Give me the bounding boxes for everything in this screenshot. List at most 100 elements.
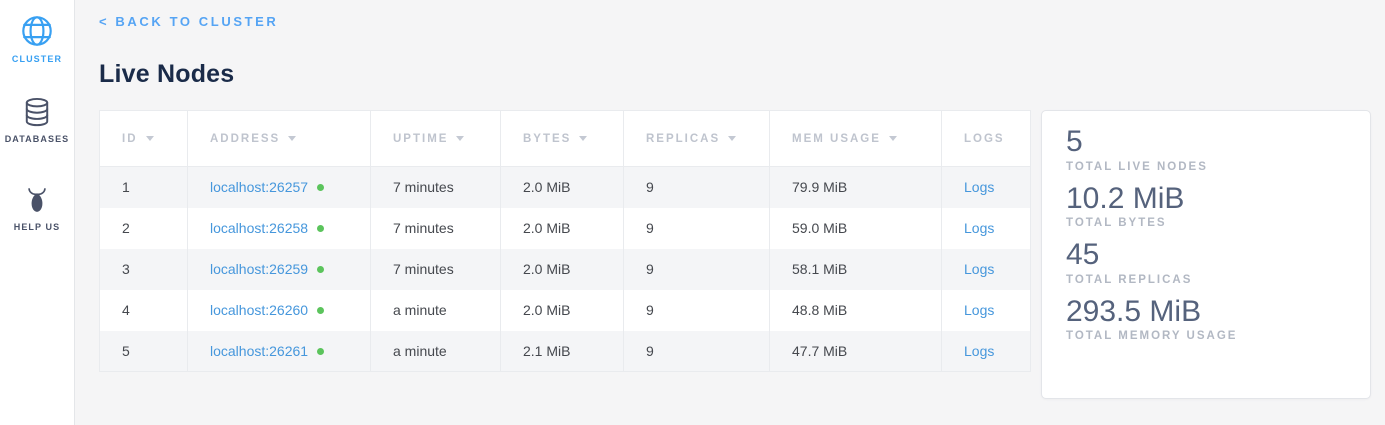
sidebar-item-cluster[interactable]: CLUSTER xyxy=(12,14,62,64)
node-live-icon xyxy=(317,266,324,273)
address-link[interactable]: localhost:26258 xyxy=(210,220,308,236)
node-address-cell: localhost:26259 xyxy=(188,249,371,290)
column-header-label: UPTIME xyxy=(393,133,448,145)
table-row: 4 localhost:26260 a minute 2.0 MiB 9 48.… xyxy=(100,290,1031,331)
node-id-cell: 5 xyxy=(100,331,188,372)
column-header-uptime[interactable]: UPTIME xyxy=(371,111,501,167)
node-id-cell: 4 xyxy=(100,290,188,331)
sidebar-item-label: HELP US xyxy=(14,222,61,232)
logs-link[interactable]: Logs xyxy=(964,179,994,195)
bytes-cell: 2.0 MiB xyxy=(501,167,624,208)
node-live-icon xyxy=(317,225,324,232)
column-header-bytes[interactable]: BYTES xyxy=(501,111,624,167)
column-header-label: BYTES xyxy=(523,133,571,145)
sidebar-item-label: DATABASES xyxy=(5,134,70,144)
column-header-label: MEM USAGE xyxy=(792,133,881,145)
node-live-icon xyxy=(317,184,324,191)
live-nodes-table: ID ADDRESS UPTIME BYTES REPLICAS MEM USA… xyxy=(99,110,1031,372)
logs-cell: Logs xyxy=(942,249,1031,290)
replicas-cell: 9 xyxy=(624,249,770,290)
sort-arrow-icon xyxy=(288,136,296,141)
column-header-replicas[interactable]: REPLICAS xyxy=(624,111,770,167)
replicas-cell: 9 xyxy=(624,167,770,208)
logs-link[interactable]: Logs xyxy=(964,343,994,359)
address-link[interactable]: localhost:26261 xyxy=(210,343,308,359)
node-address-cell: localhost:26260 xyxy=(188,290,371,331)
page-title: Live Nodes xyxy=(99,60,1385,89)
bytes-cell: 2.0 MiB xyxy=(501,208,624,249)
mem-usage-cell: 59.0 MiB xyxy=(770,208,942,249)
stat-value: 45 xyxy=(1066,238,1346,273)
stat-total-memory-usage: 293.5 MiB TOTAL MEMORY USAGE xyxy=(1066,295,1346,343)
logs-cell: Logs xyxy=(942,167,1031,208)
table-row: 3 localhost:26259 7 minutes 2.0 MiB 9 58… xyxy=(100,249,1031,290)
node-address-cell: localhost:26261 xyxy=(188,331,371,372)
mem-usage-cell: 48.8 MiB xyxy=(770,290,942,331)
address-link[interactable]: localhost:26259 xyxy=(210,261,308,277)
sidebar: CLUSTER DATABASES HELP US xyxy=(0,0,75,425)
databases-icon xyxy=(21,96,53,128)
stat-label: TOTAL MEMORY USAGE xyxy=(1066,330,1346,342)
column-header-mem-usage[interactable]: MEM USAGE xyxy=(770,111,942,167)
logs-link[interactable]: Logs xyxy=(964,302,994,318)
back-to-cluster-link[interactable]: < BACK TO CLUSTER xyxy=(99,14,278,29)
cluster-summary-card: 5 TOTAL LIVE NODES 10.2 MiB TOTAL BYTES … xyxy=(1041,110,1371,399)
stat-total-bytes: 10.2 MiB TOTAL BYTES xyxy=(1066,182,1346,230)
sort-arrow-icon xyxy=(889,136,897,141)
stat-total-replicas: 45 TOTAL REPLICAS xyxy=(1066,238,1346,286)
column-header-logs: LOGS xyxy=(942,111,1031,167)
stat-label: TOTAL LIVE NODES xyxy=(1066,161,1346,173)
address-link[interactable]: localhost:26257 xyxy=(210,179,308,195)
logs-link[interactable]: Logs xyxy=(964,220,994,236)
stat-value: 293.5 MiB xyxy=(1066,295,1346,330)
replicas-cell: 9 xyxy=(624,331,770,372)
node-address-cell: localhost:26258 xyxy=(188,208,371,249)
node-id-cell: 3 xyxy=(100,249,188,290)
address-link[interactable]: localhost:26260 xyxy=(210,302,308,318)
stat-total-live-nodes: 5 TOTAL LIVE NODES xyxy=(1066,125,1346,173)
stat-label: TOTAL REPLICAS xyxy=(1066,274,1346,286)
sidebar-item-label: CLUSTER xyxy=(12,54,62,64)
bytes-cell: 2.1 MiB xyxy=(501,331,624,372)
table-header-row: ID ADDRESS UPTIME BYTES REPLICAS MEM USA… xyxy=(100,111,1031,167)
sort-arrow-icon xyxy=(728,136,736,141)
table-row: 5 localhost:26261 a minute 2.1 MiB 9 47.… xyxy=(100,331,1031,372)
logs-cell: Logs xyxy=(942,331,1031,372)
column-header-id[interactable]: ID xyxy=(100,111,188,167)
globe-icon xyxy=(20,14,54,48)
node-live-icon xyxy=(317,348,324,355)
mem-usage-cell: 58.1 MiB xyxy=(770,249,942,290)
uptime-cell: 7 minutes xyxy=(371,167,501,208)
node-live-icon xyxy=(317,307,324,314)
stat-value: 5 xyxy=(1066,125,1346,160)
logs-cell: Logs xyxy=(942,208,1031,249)
stat-label: TOTAL BYTES xyxy=(1066,217,1346,229)
sort-arrow-icon xyxy=(146,136,154,141)
uptime-cell: 7 minutes xyxy=(371,249,501,290)
column-header-label: REPLICAS xyxy=(646,133,720,145)
uptime-cell: a minute xyxy=(371,290,501,331)
sidebar-item-help-us[interactable]: HELP US xyxy=(14,186,61,232)
stat-value: 10.2 MiB xyxy=(1066,182,1346,217)
sort-arrow-icon xyxy=(456,136,464,141)
node-id-cell: 1 xyxy=(100,167,188,208)
logs-cell: Logs xyxy=(942,290,1031,331)
mem-usage-cell: 79.9 MiB xyxy=(770,167,942,208)
uptime-cell: a minute xyxy=(371,331,501,372)
sort-arrow-icon xyxy=(579,136,587,141)
mem-usage-cell: 47.7 MiB xyxy=(770,331,942,372)
main-content: < BACK TO CLUSTER Live Nodes ID ADDRESS … xyxy=(75,0,1385,425)
logs-link[interactable]: Logs xyxy=(964,261,994,277)
table-row: 1 localhost:26257 7 minutes 2.0 MiB 9 79… xyxy=(100,167,1031,208)
node-id-cell: 2 xyxy=(100,208,188,249)
column-header-label: ID xyxy=(122,133,138,145)
table-row: 2 localhost:26258 7 minutes 2.0 MiB 9 59… xyxy=(100,208,1031,249)
content-row: ID ADDRESS UPTIME BYTES REPLICAS MEM USA… xyxy=(99,110,1385,399)
sidebar-item-databases[interactable]: DATABASES xyxy=(5,96,70,144)
bytes-cell: 2.0 MiB xyxy=(501,249,624,290)
column-header-label: ADDRESS xyxy=(210,133,280,145)
column-header-label: LOGS xyxy=(964,133,1005,145)
replicas-cell: 9 xyxy=(624,208,770,249)
column-header-address[interactable]: ADDRESS xyxy=(188,111,371,167)
uptime-cell: 7 minutes xyxy=(371,208,501,249)
